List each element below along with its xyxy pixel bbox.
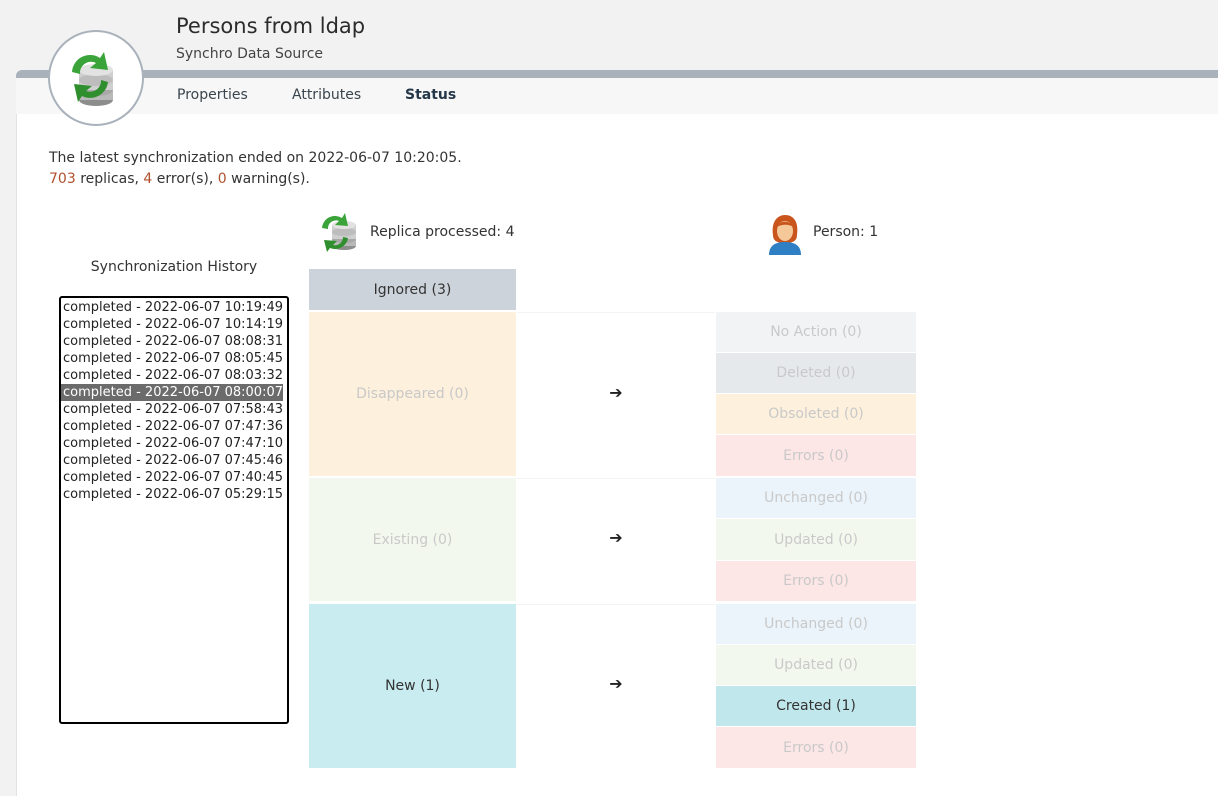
person-icon [769, 215, 801, 255]
person-count-label: Person: 1 [813, 224, 879, 240]
history-item[interactable]: completed - 2022-06-07 08:08:31 [61, 333, 283, 350]
history-item[interactable]: completed - 2022-06-07 10:14:19 [61, 316, 283, 333]
history-item[interactable]: completed - 2022-06-07 05:29:15 [61, 486, 283, 503]
history-item[interactable]: completed - 2022-06-07 10:19:49 [61, 299, 283, 316]
person-unchanged-box: Unchanged (0) [716, 604, 916, 644]
history-listbox[interactable]: completed - 2022-06-07 10:19:49 completed… [59, 296, 289, 724]
tab-attributes[interactable]: Attributes [292, 87, 361, 103]
sync-summary: The latest synchronization ended on 2022… [49, 148, 462, 190]
person-deleted-box: Deleted (0) [716, 353, 916, 393]
person-created-box: Created (1) [716, 686, 916, 726]
last-sync-text: The latest synchronization ended on 2022… [49, 150, 462, 166]
history-item[interactable]: completed - 2022-06-07 07:47:10 [61, 435, 283, 452]
person-errors-box: Errors (0) [716, 561, 916, 601]
replicas-label: replicas, [80, 171, 139, 187]
history-item[interactable]: completed - 2022-06-07 07:45:46 [61, 452, 283, 469]
sync-database-icon [72, 52, 113, 106]
warnings-label: warning(s). [231, 171, 310, 187]
page-title: Persons from ldap [176, 14, 366, 38]
errors-count: 4 [143, 171, 153, 187]
replica-new-box: New (1) [309, 604, 516, 768]
person-updated-box: Updated (0) [716, 519, 916, 560]
history-item[interactable]: completed - 2022-06-07 07:58:43 [61, 401, 283, 418]
history-item[interactable]: completed - 2022-06-07 07:40:45 [61, 469, 283, 486]
replica-processed-label: Replica processed: 4 [370, 224, 515, 240]
history-item[interactable]: completed - 2022-06-07 08:03:32 [61, 367, 283, 384]
person-updated-box: Updated (0) [716, 645, 916, 685]
person-no-action-box: No Action (0) [716, 312, 916, 352]
arrow-right-icon: ➔ [609, 674, 623, 693]
person-obsoleted-box: Obsoleted (0) [716, 394, 916, 434]
page-subtitle: Synchro Data Source [176, 46, 324, 62]
person-errors-box: Errors (0) [716, 435, 916, 476]
warnings-count: 0 [217, 171, 227, 187]
object-avatar [48, 30, 144, 126]
person-errors-box: Errors (0) [716, 727, 916, 768]
replica-disappeared-box: Disappeared (0) [309, 312, 516, 476]
history-item[interactable]: completed - 2022-06-07 07:47:36 [61, 418, 283, 435]
sync-counts: 703 replicas, 4 error(s), 0 warning(s). [49, 169, 462, 190]
history-title: Synchronization History [90, 259, 258, 275]
arrow-right-icon: ➔ [609, 528, 623, 547]
tab-properties[interactable]: Properties [177, 87, 248, 103]
replica-ignored-box: Ignored (3) [309, 269, 516, 310]
replica-existing-box: Existing (0) [309, 478, 516, 601]
errors-label: error(s), [156, 171, 214, 187]
header-bar [16, 70, 1218, 78]
history-item[interactable]: completed - 2022-06-07 08:05:45 [61, 350, 283, 367]
sync-database-icon [322, 213, 356, 252]
tab-status[interactable]: Status [405, 87, 456, 103]
replicas-count: 703 [49, 171, 76, 187]
history-item[interactable]: completed - 2022-06-07 08:00:07 [61, 384, 283, 401]
person-unchanged-box: Unchanged (0) [716, 478, 916, 518]
arrow-right-icon: ➔ [609, 383, 623, 402]
